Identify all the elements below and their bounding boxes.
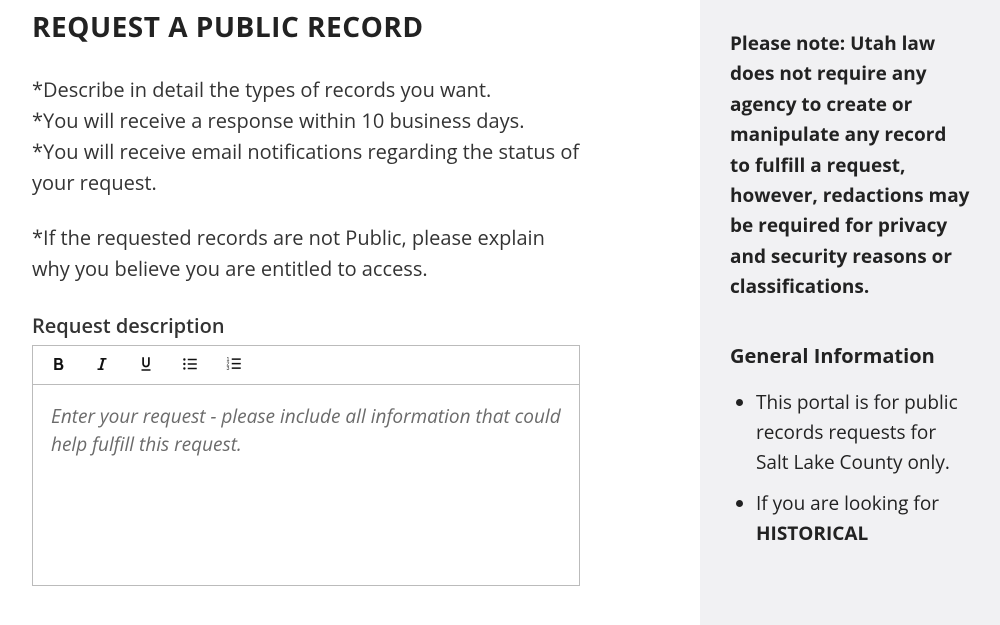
italic-icon — [93, 355, 111, 376]
italic-button[interactable] — [91, 354, 113, 376]
sidebar-heading: General Information — [730, 342, 970, 369]
instruction-line: *You will receive email notifications re… — [32, 136, 580, 198]
list-item: This portal is for public records reques… — [756, 387, 970, 478]
sidebar-list: This portal is for public records reques… — [730, 387, 970, 549]
instruction-line: *You will receive a response within 10 b… — [32, 105, 580, 136]
main-content: REQUEST A PUBLIC RECORD *Describe in det… — [0, 0, 620, 625]
instructions-block-2: *If the requested records are not Public… — [32, 222, 580, 284]
numbered-list-button[interactable]: 123 — [223, 354, 245, 376]
list-item: If you are looking for HISTORICAL — [756, 488, 970, 549]
request-description-label: Request description — [32, 312, 580, 339]
bullet-list-button[interactable] — [179, 354, 201, 376]
instruction-line: *If the requested records are not Public… — [32, 222, 580, 284]
sidebar-note: Please note: Utah law does not require a… — [730, 28, 970, 302]
underline-button[interactable] — [135, 354, 157, 376]
numbered-list-icon: 123 — [225, 355, 243, 376]
instruction-line: *Describe in detail the types of records… — [32, 74, 580, 105]
list-item-bold: HISTORICAL — [756, 520, 868, 546]
instructions-block-1: *Describe in detail the types of records… — [32, 74, 580, 198]
underline-icon — [137, 355, 155, 376]
request-description-textarea[interactable]: Enter your request - please include all … — [33, 385, 579, 585]
bold-icon — [49, 355, 67, 376]
svg-text:3: 3 — [227, 366, 230, 372]
request-description-editor: 123 Enter your request - please include … — [32, 345, 580, 586]
editor-placeholder: Enter your request - please include all … — [51, 403, 561, 458]
editor-toolbar: 123 — [33, 346, 579, 385]
page-title: REQUEST A PUBLIC RECORD — [32, 8, 580, 46]
bullet-list-icon — [181, 355, 199, 376]
list-item-text: If you are looking for — [756, 490, 939, 516]
sidebar: Please note: Utah law does not require a… — [700, 0, 1000, 625]
bold-button[interactable] — [47, 354, 69, 376]
